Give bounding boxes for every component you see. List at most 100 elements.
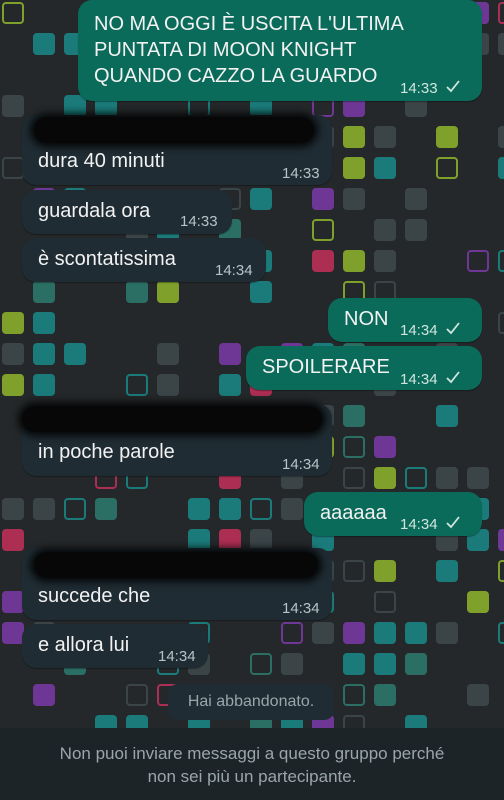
incoming-message[interactable]: succede che 14:34 <box>22 548 332 620</box>
wallpaper-tile <box>374 684 396 706</box>
wallpaper-tile <box>467 684 489 706</box>
incoming-message[interactable]: in poche parole 14:34 <box>22 404 332 476</box>
wallpaper-tile <box>436 622 458 644</box>
wallpaper-tile <box>312 188 334 210</box>
wallpaper-tile <box>281 498 303 520</box>
notice-line: Non puoi inviare messaggi a questo grupp… <box>59 744 445 763</box>
wallpaper-tile <box>126 684 148 706</box>
message-time: 14:33 <box>282 165 320 182</box>
wallpaper-tile <box>498 157 504 179</box>
wallpaper-tile <box>436 560 458 582</box>
wallpaper-tile <box>498 312 504 334</box>
wallpaper-tile <box>498 2 504 24</box>
message-text: in poche parole <box>38 441 175 463</box>
wallpaper-tile <box>157 281 179 303</box>
wallpaper-tile <box>405 653 427 675</box>
message-text: dura 40 minuti <box>38 150 165 172</box>
wallpaper-tile <box>498 126 504 148</box>
wallpaper-tile <box>374 250 396 272</box>
wallpaper-tile <box>374 126 396 148</box>
wallpaper-tile <box>219 374 241 396</box>
wallpaper-tile <box>2 157 24 179</box>
wallpaper-tile <box>343 250 365 272</box>
wallpaper-tile <box>33 312 55 334</box>
wallpaper-tile <box>250 653 272 675</box>
message-text: QUANDO CAZZO LA GUARDO <box>94 65 378 87</box>
wallpaper-tile <box>343 157 365 179</box>
redacted-sender-name <box>34 552 318 578</box>
wallpaper-tile <box>157 374 179 396</box>
wallpaper-tile <box>498 622 504 644</box>
wallpaper-tile <box>219 343 241 365</box>
wallpaper-tile <box>188 498 210 520</box>
outgoing-message[interactable]: SPOILERARE 14:34 <box>246 346 482 390</box>
wallpaper-tile <box>405 622 427 644</box>
wallpaper-tile <box>95 715 117 728</box>
wallpaper-tile <box>374 467 396 489</box>
wallpaper-tile <box>2 374 24 396</box>
wallpaper-tile <box>498 560 504 582</box>
message-time: 14:33 <box>180 213 218 230</box>
wallpaper-tile <box>33 33 55 55</box>
wallpaper-tile <box>250 498 272 520</box>
wallpaper-tile <box>405 715 427 728</box>
wallpaper-tile <box>374 219 396 241</box>
wallpaper-tile <box>33 498 55 520</box>
wallpaper-tile <box>2 529 24 551</box>
notice-line: non sei più un partecipante. <box>147 767 357 786</box>
single-check-icon <box>446 80 460 93</box>
wallpaper-tile <box>498 33 504 55</box>
incoming-message[interactable]: guardala ora 14:33 <box>22 190 232 234</box>
outgoing-message[interactable]: NON 14:34 <box>328 298 482 342</box>
wallpaper-tile <box>157 343 179 365</box>
outgoing-message[interactable]: aaaaaa 14:34 <box>304 492 482 536</box>
message-time: 14:34 <box>400 322 438 339</box>
message-text: SPOILERARE <box>262 356 390 378</box>
message-text: e allora lui <box>38 634 130 656</box>
system-message: Hai abbandonato. <box>168 684 334 720</box>
message-text: è scontatissima <box>38 248 176 270</box>
wallpaper-tile <box>95 498 117 520</box>
message-time: 14:34 <box>400 371 438 388</box>
wallpaper-tile <box>250 281 272 303</box>
message-time: 14:34 <box>400 516 438 533</box>
wallpaper-tile <box>33 374 55 396</box>
wallpaper-tile <box>250 188 272 210</box>
message-text: PUNTATA DI MOON KNIGHT <box>94 39 357 61</box>
wallpaper-tile <box>2 343 24 365</box>
wallpaper-tile <box>312 622 334 644</box>
wallpaper-tile <box>281 622 303 644</box>
wallpaper-tile <box>498 250 504 272</box>
message-text: NO MA OGGI È USCITA L'ULTIMA <box>94 13 404 35</box>
single-check-icon <box>446 516 460 529</box>
wallpaper-tile <box>343 188 365 210</box>
wallpaper-tile <box>498 529 504 551</box>
wallpaper-tile <box>2 312 24 334</box>
message-time: 14:33 <box>400 80 438 97</box>
message-time: 14:34 <box>215 262 253 279</box>
message-text: aaaaaa <box>320 502 387 524</box>
incoming-message[interactable]: e allora lui 14:34 <box>22 624 208 668</box>
wallpaper-tile <box>33 343 55 365</box>
wallpaper-tile <box>374 157 396 179</box>
wallpaper-tile <box>126 715 148 728</box>
wallpaper-tile <box>343 560 365 582</box>
incoming-message[interactable]: dura 40 minuti 14:33 <box>22 115 332 185</box>
wallpaper-tile <box>343 622 365 644</box>
wallpaper-tile <box>343 467 365 489</box>
outgoing-message[interactable]: NO MA OGGI È USCITA L'ULTIMA PUNTATA DI … <box>78 0 482 101</box>
incoming-message[interactable]: è scontatissima 14:34 <box>22 238 266 282</box>
wallpaper-tile <box>2 2 24 24</box>
wallpaper-tile <box>126 281 148 303</box>
redacted-sender-name <box>22 406 322 432</box>
message-text: NON <box>344 308 389 330</box>
wallpaper-tile <box>374 591 396 613</box>
wallpaper-tile <box>374 622 396 644</box>
wallpaper-tile <box>343 405 365 427</box>
wallpaper-tile <box>343 436 365 458</box>
message-time: 14:34 <box>282 600 320 617</box>
wallpaper-tile <box>281 653 303 675</box>
single-check-icon <box>446 322 460 335</box>
wallpaper-tile <box>126 374 148 396</box>
redacted-sender-name <box>34 117 314 143</box>
